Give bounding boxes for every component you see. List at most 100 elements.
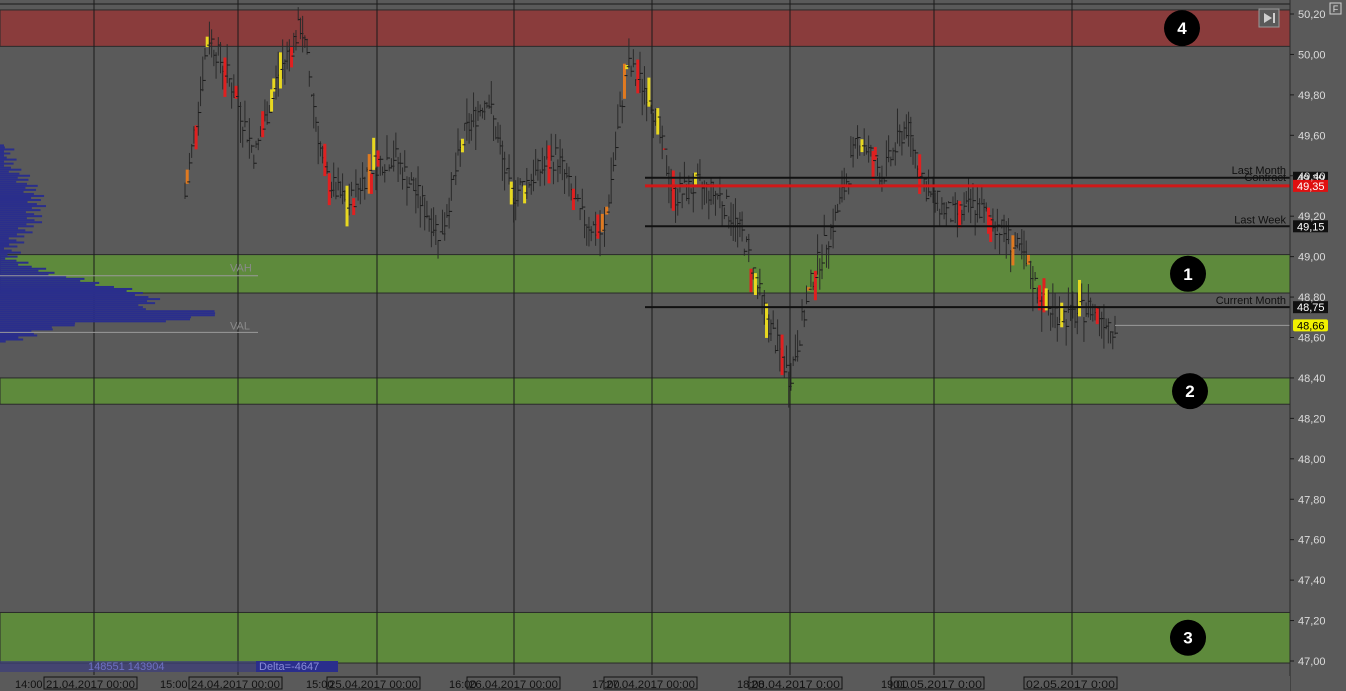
footer-delta: Delta=-4647: [259, 661, 319, 673]
profile-bar: [0, 215, 43, 218]
price-chart[interactable]: VAHVAL Last Month49,39Contract49,35Last …: [0, 0, 1346, 691]
profile-bar: [0, 318, 190, 321]
profile-bar: [0, 150, 4, 153]
zone-band: [0, 254, 1291, 294]
profile-bar: [0, 261, 29, 264]
x-date-label: 25.04.2017 00:00: [329, 679, 418, 691]
profile-bar: [0, 237, 9, 240]
footer-volume-values: 148551 143904: [88, 661, 164, 673]
level-name: Last Week: [1234, 214, 1286, 226]
y-tick-label: 47,00: [1298, 656, 1326, 668]
profile-bar: [0, 158, 17, 161]
profile-bar: [0, 302, 156, 305]
x-axis-layer: 14:00 15:00 15:00 16:00 17:00 18:00 19:0021.04…: [0, 676, 1290, 691]
profile-bar: [0, 227, 19, 230]
y-tick-label: 49,00: [1298, 252, 1326, 264]
last-price-text: 48,66: [1297, 320, 1325, 332]
y-tick-label: 47,80: [1298, 494, 1326, 506]
profile-bar: [0, 336, 19, 339]
profile-bar: [0, 314, 215, 317]
profile-bar: [0, 148, 15, 151]
profile-bar: [0, 154, 4, 157]
profile-bar: [0, 251, 21, 254]
level-name: Contract: [1244, 172, 1286, 184]
profile-bar: [0, 245, 18, 248]
profile-bar: [0, 223, 27, 226]
profile-bar: [0, 192, 34, 195]
profile-bar: [0, 310, 215, 313]
profile-bar: [0, 334, 38, 337]
profile-bar: [0, 326, 52, 329]
y-tick-label: 48,60: [1298, 333, 1326, 345]
profile-bar: [0, 152, 11, 155]
profile-bar: [0, 190, 24, 193]
profile-bar: [0, 170, 9, 173]
profile-bar: [0, 279, 81, 282]
profile-bar: [0, 277, 85, 280]
profile-bar: [0, 229, 26, 232]
corner-badge[interactable]: F: [1329, 2, 1342, 15]
profile-bar: [0, 211, 26, 214]
profile-bar: [0, 235, 25, 238]
profile-bar: [0, 146, 5, 149]
profile-bar: [0, 168, 22, 171]
y-tick-label: 48,40: [1298, 373, 1326, 385]
profile-bar: [0, 156, 7, 159]
profile-bar: [0, 298, 161, 301]
plot-background: [0, 0, 1346, 691]
y-tick-label: 49,20: [1298, 211, 1326, 223]
profile-bar: [0, 287, 133, 290]
profile-bar: [0, 292, 143, 295]
profile-bar: [0, 178, 29, 181]
x-time-label: 14:00: [15, 679, 43, 691]
footer-stats: 148551 143904 Delta=-4647: [0, 661, 338, 673]
zone-band: [0, 9, 1291, 47]
profile-bar: [0, 283, 96, 286]
profile-bar: [0, 205, 47, 208]
profile-bar: [0, 217, 27, 220]
profile-bar: [0, 324, 75, 327]
profile-bar: [0, 257, 6, 260]
profile-bar: [0, 221, 43, 224]
profile-bar: [0, 249, 12, 252]
x-date-label: 24.04.2017 00:00: [191, 679, 280, 691]
zone-marker-label: 2: [1185, 382, 1194, 401]
profile-bar: [0, 194, 45, 197]
y-tick-label: 47,40: [1298, 575, 1326, 587]
x-date-label: 26.04.2017 00:00: [469, 679, 558, 691]
profile-bar: [0, 247, 4, 250]
skip-to-end-button[interactable]: [1258, 8, 1280, 28]
profile-bar: [0, 300, 148, 303]
profile-bar: [0, 162, 14, 165]
profile-bar: [0, 144, 4, 147]
profile-bar: [0, 269, 39, 272]
chart-root: VAH VAL Last Month 49,39 Contract 49,35 Last …: [0, 0, 1346, 691]
profile-bar: [0, 196, 32, 199]
y-tick-label: 50,00: [1298, 49, 1326, 61]
y-tick-label: 47,60: [1298, 535, 1326, 547]
y-tick-label: 47,20: [1298, 616, 1326, 628]
profile-bar: [0, 241, 25, 244]
profile-bar: [0, 253, 8, 256]
profile-bar: [0, 219, 35, 222]
zone-band: [0, 377, 1291, 405]
profile-bar: [0, 340, 6, 343]
profile-bar: [0, 271, 55, 274]
vah-label: VAH: [230, 263, 252, 275]
y-tick-label: 49,40: [1298, 171, 1326, 183]
profile-bar: [0, 312, 216, 315]
profile-bar: [0, 289, 127, 292]
profile-bar: [0, 182, 27, 185]
profile-bar: [0, 225, 34, 228]
profile-bar: [0, 239, 17, 242]
zone-marker-label: 1: [1183, 265, 1192, 284]
x-date-label: 21.04.2017 00:00: [46, 679, 135, 691]
profile-bar: [0, 184, 38, 187]
y-tick-label: 49,80: [1298, 90, 1326, 102]
profile-bar: [0, 164, 4, 167]
profile-bar: [0, 209, 41, 212]
profile-bar: [0, 213, 35, 216]
corner-badge-text: F: [1333, 4, 1339, 14]
y-tick-label: 48,00: [1298, 454, 1326, 466]
profile-bar: [0, 267, 47, 270]
